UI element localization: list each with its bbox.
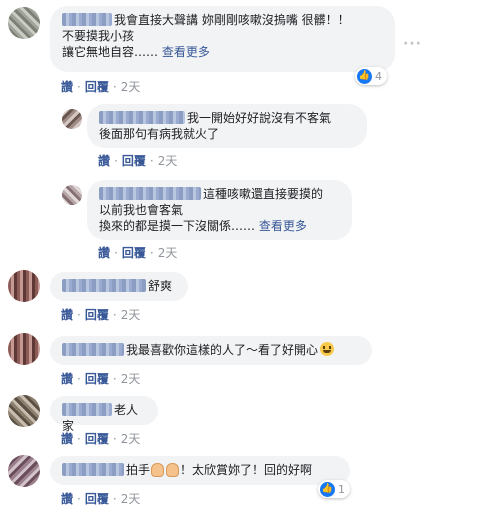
comment-text: 以前我也會客氣 xyxy=(99,203,184,217)
comment-text: 拍手 xyxy=(126,463,151,477)
comment-text: 換來的都是摸一下沒關係…… xyxy=(99,219,256,233)
reply-button[interactable]: 回覆 xyxy=(122,154,146,168)
timestamp[interactable]: 2天 xyxy=(121,492,141,506)
commenter-name[interactable] xyxy=(99,187,201,200)
more-options-icon[interactable]: ··· xyxy=(403,36,422,52)
timestamp[interactable]: 2天 xyxy=(158,154,178,168)
timestamp[interactable]: 2天 xyxy=(121,432,141,446)
like-button[interactable]: 讚 xyxy=(98,154,110,168)
avatar[interactable] xyxy=(8,333,40,365)
see-more-link[interactable]: 查看更多 xyxy=(162,45,210,59)
reply-button[interactable]: 回覆 xyxy=(85,308,109,322)
comment-text: ！太欣賞妳了！回的好啊 xyxy=(180,463,313,477)
timestamp[interactable]: 2天 xyxy=(121,80,141,94)
comment-actions: 讚 · 回覆 · 2天 xyxy=(61,432,141,446)
reply-button[interactable]: 回覆 xyxy=(122,246,146,260)
comment-text: 我最喜歡你這樣的人了～看了好開心 xyxy=(126,343,319,357)
comment-bubble: 老人家 xyxy=(50,396,158,433)
comment-actions: 讚 · 回覆 · 2天 xyxy=(61,492,141,506)
comment-text: 我會直接大聲講 妳剛剛咳嗽沒摀嘴 很髒！！ xyxy=(114,13,350,27)
like-reaction-icon: 👍 xyxy=(320,481,335,497)
like-button[interactable]: 讚 xyxy=(61,432,73,446)
reply-button[interactable]: 回覆 xyxy=(85,492,109,506)
reaction-count[interactable]: 👍 1 xyxy=(318,480,350,498)
comment-text: 不要摸我小孩 xyxy=(62,29,135,43)
comment-bubble: 我最喜歡你這樣的人了～看了好開心 xyxy=(50,336,372,365)
timestamp[interactable]: 2天 xyxy=(121,372,141,386)
avatar[interactable] xyxy=(62,185,82,205)
comment-actions: 讚 · 回覆 · 2天 xyxy=(98,246,178,260)
comment-actions: 讚 · 回覆 · 2天 xyxy=(61,372,141,386)
comment-bubble: 我會直接大聲講 妳剛剛咳嗽沒摀嘴 很髒！！ 不要摸我小孩 讓它無地自容…… 查看… xyxy=(50,6,395,72)
avatar[interactable] xyxy=(8,455,40,487)
comment-text: 讓它無地自容…… xyxy=(62,45,159,59)
like-button[interactable]: 讚 xyxy=(61,80,73,94)
comment-bubble: 舒爽 xyxy=(50,272,188,301)
comment-actions: 讚 · 回覆 · 2天 xyxy=(61,308,141,322)
like-button[interactable]: 讚 xyxy=(98,246,110,260)
reaction-count[interactable]: 👍 4 xyxy=(355,67,387,85)
commenter-name[interactable] xyxy=(62,403,112,416)
comment-text: 舒爽 xyxy=(148,279,173,293)
like-button[interactable]: 讚 xyxy=(61,308,73,322)
smile-emoji-icon xyxy=(320,342,335,356)
comment-actions: 讚 · 回覆 · 2天 xyxy=(61,80,141,94)
comment-text: 後面那句有病我就火了 xyxy=(99,127,220,141)
comment-bubble: 這種咳嗽還直接要摸的 以前我也會客氣 換來的都是摸一下沒關係…… 查看更多 xyxy=(87,180,352,240)
see-more-link[interactable]: 查看更多 xyxy=(259,219,307,233)
comment-text: 這種咳嗽還直接要摸的 xyxy=(203,187,324,201)
reply-button[interactable]: 回覆 xyxy=(85,80,109,94)
avatar[interactable] xyxy=(8,270,40,302)
commenter-name[interactable] xyxy=(62,279,146,292)
like-button[interactable]: 讚 xyxy=(61,372,73,386)
commenter-name[interactable] xyxy=(62,343,124,356)
reply-button[interactable]: 回覆 xyxy=(85,432,109,446)
commenter-name[interactable] xyxy=(99,111,185,124)
avatar[interactable] xyxy=(62,109,82,129)
timestamp[interactable]: 2天 xyxy=(121,308,141,322)
like-button[interactable]: 讚 xyxy=(61,492,73,506)
comment-bubble: 拍手 ！太欣賞妳了！回的好啊 xyxy=(50,456,350,485)
avatar[interactable] xyxy=(8,7,40,39)
reply-button[interactable]: 回覆 xyxy=(85,372,109,386)
comment-actions: 讚 · 回覆 · 2天 xyxy=(98,154,178,168)
commenter-name[interactable] xyxy=(62,463,124,476)
comment-text: 我一開始好好說沒有不客氣 xyxy=(187,111,332,125)
like-reaction-icon: 👍 xyxy=(357,68,372,84)
avatar[interactable] xyxy=(8,395,40,427)
clap-emoji-icon xyxy=(166,463,180,477)
commenter-name[interactable] xyxy=(62,13,112,26)
clap-emoji-icon xyxy=(151,463,165,477)
timestamp[interactable]: 2天 xyxy=(158,246,178,260)
comment-bubble: 我一開始好好說沒有不客氣 後面那句有病我就火了 xyxy=(87,104,367,148)
